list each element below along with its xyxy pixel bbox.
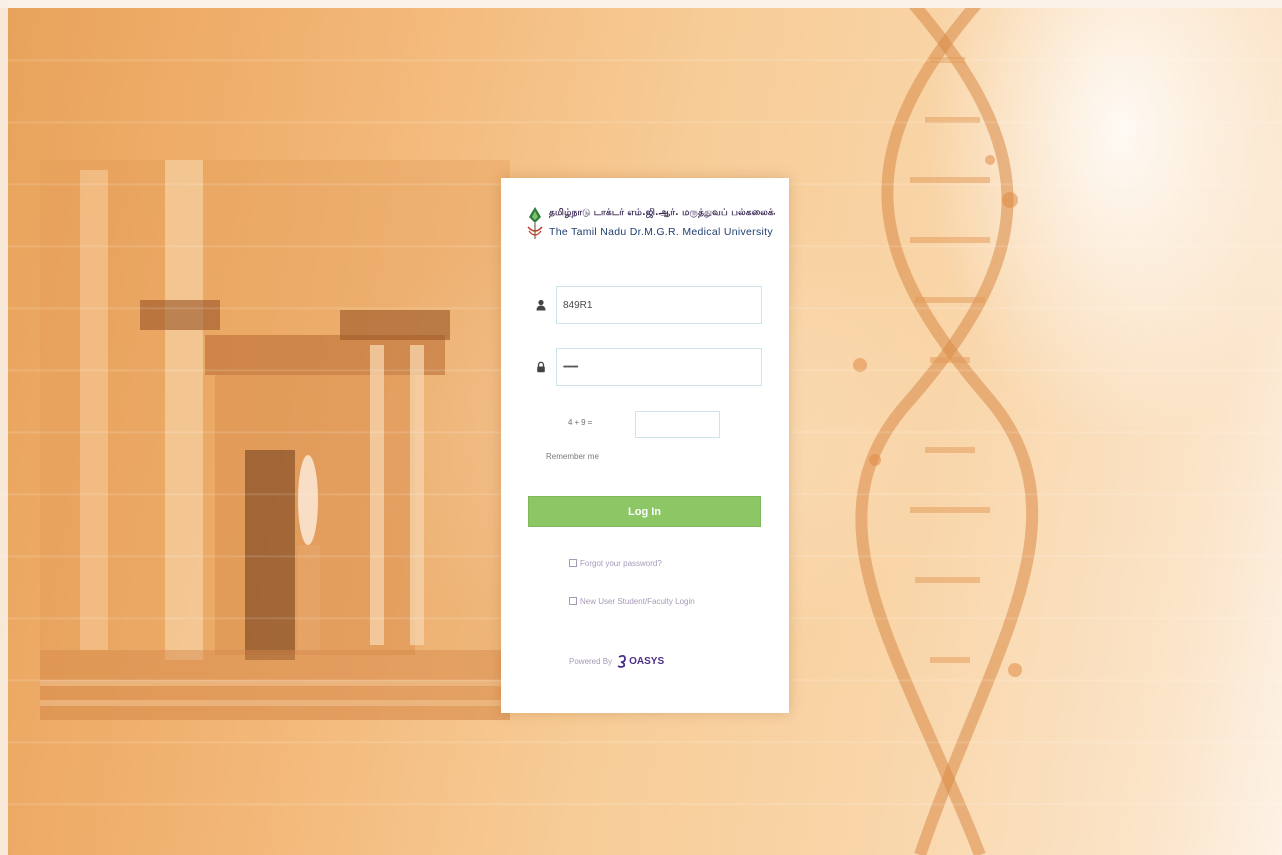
captcha-question: 4+9= [568, 418, 595, 427]
page-edge-top [0, 0, 1282, 8]
vendor-name[interactable]: OASYS [629, 656, 664, 667]
login-button[interactable]: Log In [528, 496, 761, 527]
forgot-password-label: Forgot your password? [580, 559, 662, 568]
password-input[interactable]: •••••••••• [556, 348, 762, 386]
captcha-input[interactable] [635, 411, 720, 438]
link-box-icon [569, 597, 577, 605]
university-name-tamil: தமிழ்நாடு டாக்டர் எம்.ஜி.ஆர். மருத்துவப்… [549, 208, 775, 218]
user-icon [536, 299, 546, 311]
powered-by-label: Powered By [569, 656, 613, 666]
powered-by: Powered By OASYS [569, 654, 664, 668]
forgot-password-link[interactable]: Forgot your password? [569, 557, 719, 571]
oasys-logo-icon [617, 654, 627, 668]
remember-me-checkbox[interactable]: Remember me [546, 452, 599, 461]
lock-icon [537, 361, 545, 373]
new-user-link[interactable]: New User Student/Faculty Login [569, 595, 699, 609]
password-value: •••••••••• [563, 363, 578, 371]
page-edge-left [0, 0, 8, 855]
university-brand: தமிழ்நாடு டாக்டர் எம்.ஜி.ஆர். மருத்துவப்… [525, 205, 775, 245]
link-box-icon [569, 559, 577, 567]
username-input[interactable] [556, 286, 762, 324]
university-logo-icon [527, 207, 543, 239]
login-card: தமிழ்நாடு டாக்டர் எம்.ஜி.ஆர். மருத்துவப்… [501, 178, 789, 713]
new-user-label: New User Student/Faculty Login [580, 597, 695, 606]
university-name-english: The Tamil Nadu Dr.M.G.R. Medical Univers… [549, 226, 773, 238]
